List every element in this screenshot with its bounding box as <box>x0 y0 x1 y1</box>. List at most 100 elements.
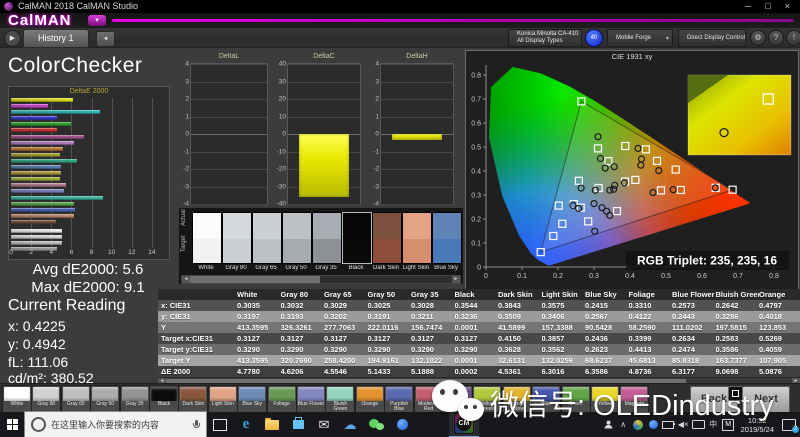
swatch-light-skin[interactable] <box>402 212 432 264</box>
volume-icon[interactable]: ◀× <box>677 412 690 437</box>
svg-text:0.1: 0.1 <box>517 273 527 280</box>
table-row[interactable]: Target Y413.3595320.7690258.4200194.9161… <box>158 355 800 366</box>
patch-button-blue[interactable]: Blue <box>531 385 561 414</box>
patch-button-moderate-red[interactable]: Moderate Red <box>414 385 444 414</box>
swatch-label: Gray 80 <box>221 265 251 271</box>
next-button[interactable]: Next <box>742 386 790 413</box>
meter-aperture-button[interactable]: 40 <box>585 29 603 47</box>
onedrive-button[interactable]: ☁ <box>337 412 363 437</box>
ime-icon[interactable]: 中 <box>707 412 720 437</box>
patch-button-yellow-green[interactable]: Yellow Green <box>472 385 502 414</box>
patch-button-orange-yellow[interactable]: Orange Yellow <box>502 385 532 414</box>
patch-button-green[interactable]: Green <box>561 385 591 414</box>
swatch-black[interactable] <box>342 212 372 264</box>
patch-color-chip <box>269 387 295 401</box>
info-button[interactable]: ! <box>786 30 800 46</box>
start-button[interactable] <box>0 412 24 437</box>
app-button[interactable] <box>389 412 415 437</box>
patch-button-magenta[interactable]: Magenta <box>619 385 649 414</box>
table-row[interactable]: ΔE 20004.77804.62064.55465.14335.18880.0… <box>158 366 800 377</box>
taskbar-clock[interactable]: 10:52 2019/5/24 <box>737 416 778 434</box>
patch-button-gray-50[interactable]: Gray 50 <box>90 385 120 414</box>
reading-fl: fL: 111.06 <box>8 354 68 370</box>
wechat-button[interactable] <box>363 412 389 437</box>
patch-button-white[interactable]: White <box>2 385 32 414</box>
svg-text:0.5: 0.5 <box>471 145 481 152</box>
swatch-scroll-thumb[interactable] <box>190 276 320 283</box>
patch-button-bluish-green[interactable]: Bluish Green <box>325 385 355 414</box>
deltae-bar <box>11 122 71 126</box>
table-cell: 277.7063 <box>324 322 368 333</box>
blue-app-icon <box>397 419 408 430</box>
patch-button-gray-80[interactable]: Gray 80 <box>31 385 61 414</box>
logo-menu-button[interactable]: ▾ <box>88 15 106 26</box>
patch-button-light-skin[interactable]: Light Skin <box>208 385 238 414</box>
swatch-gray-35[interactable] <box>312 212 342 264</box>
meter-dropdown[interactable]: Konica Minolta CA-410 All Display Types … <box>508 29 582 47</box>
swatch-dark-skin[interactable] <box>372 212 402 264</box>
help-button[interactable]: ? <box>768 30 784 46</box>
calman-taskbar-button[interactable]: CM <box>449 411 479 437</box>
table-row[interactable]: Target y:CIE310.32900.32900.32900.32900.… <box>158 344 800 355</box>
swatch-gray-80[interactable] <box>222 212 252 264</box>
table-column-header: White <box>237 289 281 300</box>
ime-mode-icon[interactable]: M <box>722 412 735 437</box>
bluetooth-icon[interactable] <box>647 412 660 437</box>
table-cell: 0.3562 <box>542 344 586 355</box>
patch-button-orange[interactable]: Orange <box>355 385 385 414</box>
patch-label: Bluish Green <box>326 402 354 412</box>
patch-button-blue-flower[interactable]: Blue Flower <box>296 385 326 414</box>
mail-button[interactable]: ✉ <box>311 412 337 437</box>
microphone-icon[interactable] <box>193 420 199 430</box>
run-button[interactable]: ▶ <box>4 30 21 47</box>
display-control-dropdown[interactable]: Direct Display Control ▾ <box>678 29 746 47</box>
patch-button-purplish-blue[interactable]: Purplish Blue <box>384 385 414 414</box>
brand-bar: CalMAN ▾ <box>0 13 800 28</box>
table-cell: 0.2436 <box>585 333 629 344</box>
close-button[interactable]: × <box>785 0 790 13</box>
patch-button-blue-sky[interactable]: Blue Sky <box>237 385 267 414</box>
table-cell: 0.3029 <box>324 300 368 311</box>
people-icon[interactable] <box>602 412 615 437</box>
table-row[interactable]: y: CIE310.31970.31930.32020.31910.32110.… <box>158 311 800 322</box>
patch-button-gray-35[interactable]: Gray 35 <box>120 385 150 414</box>
reading-x: x: 0.4225 <box>8 318 66 334</box>
action-center-button[interactable]: 2 <box>780 412 798 437</box>
swatch-white[interactable] <box>192 212 222 264</box>
battery-icon[interactable] <box>662 412 675 437</box>
table-row[interactable]: Target x:CIE310.31270.31270.31270.31270.… <box>158 333 800 344</box>
settings-button[interactable]: ⚙ <box>750 30 766 46</box>
maximize-button[interactable]: □ <box>765 0 770 13</box>
file-explorer-button[interactable] <box>259 412 285 437</box>
patch-button-black[interactable]: Black <box>149 385 179 414</box>
patch-button-purple[interactable]: Purple <box>443 385 473 414</box>
swatch-gray-50[interactable] <box>282 212 312 264</box>
swatch-gray-65[interactable] <box>252 212 282 264</box>
deltae-bar <box>11 159 77 163</box>
table-row[interactable]: x: CIE310.30350.30320.30290.30250.30280.… <box>158 300 800 311</box>
back-button[interactable]: Back <box>690 386 738 413</box>
workflow-dropdown[interactable]: Mobile Forge ▾ <box>607 29 673 47</box>
network-globe-icon[interactable] <box>632 412 645 437</box>
patch-button-gray-65[interactable]: Gray 65 <box>61 385 91 414</box>
edge-button[interactable]: e <box>233 412 259 437</box>
touch-keyboard-icon[interactable] <box>692 412 705 437</box>
store-button[interactable] <box>285 412 311 437</box>
tab-history-1[interactable]: History 1 <box>23 29 89 48</box>
patch-button-foliage[interactable]: Foliage <box>267 385 297 414</box>
swatch-scrollbar[interactable]: ◄ ► <box>181 275 461 284</box>
scroll-right-icon[interactable]: ► <box>452 276 460 283</box>
tab-collapse-button[interactable]: ◄ <box>96 31 115 47</box>
task-view-button[interactable] <box>207 412 233 437</box>
calman-logo[interactable]: CalMAN <box>8 12 72 29</box>
minimize-button[interactable]: ─ <box>745 0 751 13</box>
swatch-blue-sky[interactable] <box>432 212 462 264</box>
table-cell: 6.3177 <box>672 366 716 377</box>
taskbar-search-input[interactable]: 在这里输入你要搜索的内容 <box>24 411 207 437</box>
scroll-left-icon[interactable]: ◄ <box>182 276 190 283</box>
tray-expand-icon[interactable]: ∧ <box>617 412 630 437</box>
patch-button-yellow[interactable]: Yellow <box>590 385 620 414</box>
patch-color-chip <box>474 387 500 401</box>
patch-button-dark-skin[interactable]: Dark Skin <box>178 385 208 414</box>
table-row[interactable]: Y413.3595326.3261277.7063222.0116156.747… <box>158 322 800 333</box>
